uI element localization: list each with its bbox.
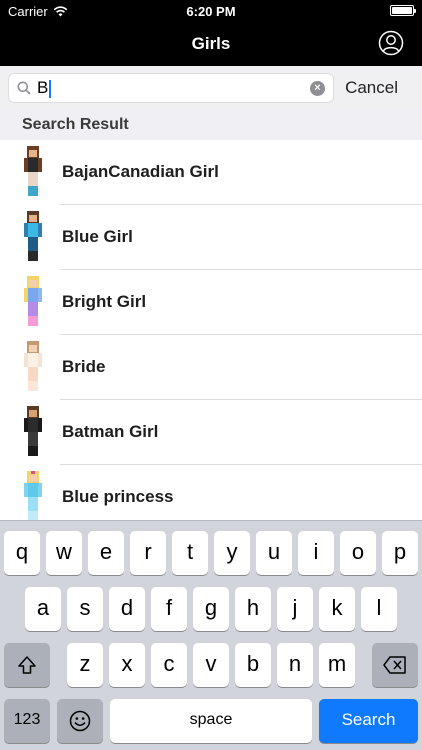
key-t[interactable]: t xyxy=(172,531,208,575)
key-a[interactable]: a xyxy=(25,587,61,631)
skin-thumbnail-icon xyxy=(24,276,42,326)
key-g[interactable]: g xyxy=(193,587,229,631)
key-l[interactable]: l xyxy=(361,587,397,631)
status-bar: Carrier 6:20 PM xyxy=(0,0,422,22)
list-item[interactable]: BajanCanadian Girl xyxy=(0,140,422,205)
skin-thumbnail-icon xyxy=(24,146,42,196)
status-time: 6:20 PM xyxy=(186,4,236,19)
list-item-label: Blue Girl xyxy=(62,227,133,246)
skin-thumbnail-icon xyxy=(24,406,42,456)
key-x[interactable]: x xyxy=(109,643,145,687)
clear-icon[interactable]: × xyxy=(310,81,325,96)
text-caret xyxy=(49,80,51,98)
profile-icon[interactable] xyxy=(378,30,404,56)
list-item-label: Bride xyxy=(62,357,106,376)
section-header: Search Result xyxy=(0,110,422,140)
list-item[interactable]: Batman Girl xyxy=(0,400,422,465)
key-j[interactable]: j xyxy=(277,587,313,631)
backspace-icon xyxy=(383,656,406,674)
list-item-label: Blue princess xyxy=(62,487,174,506)
key-p[interactable]: p xyxy=(382,531,418,575)
skin-thumbnail-icon xyxy=(24,211,42,261)
key-e[interactable]: e xyxy=(88,531,124,575)
list-item[interactable]: Blue princess xyxy=(0,465,422,520)
nav-bar: Girls xyxy=(0,22,422,66)
list-item-label: Bright Girl xyxy=(62,292,147,311)
key-h[interactable]: h xyxy=(235,587,271,631)
page-title: Girls xyxy=(191,34,231,53)
shift-key[interactable] xyxy=(4,643,50,687)
list-item-label: Batman Girl xyxy=(62,422,159,441)
list-item-label: BajanCanadian Girl xyxy=(62,162,219,181)
keyboard-row-1: q w e r t y u i o p xyxy=(0,531,422,575)
keyboard-row-4: 123 space Search xyxy=(0,699,422,743)
search-icon xyxy=(17,81,31,95)
skin-thumbnail-icon xyxy=(24,471,42,520)
search-key[interactable]: Search xyxy=(319,699,418,743)
key-s[interactable]: s xyxy=(67,587,103,631)
key-n[interactable]: n xyxy=(277,643,313,687)
result-list: BajanCanadian Girl Blue Girl Bright Girl xyxy=(0,140,422,520)
key-d[interactable]: d xyxy=(109,587,145,631)
shift-icon xyxy=(18,656,36,674)
key-i[interactable]: i xyxy=(298,531,334,575)
key-o[interactable]: o xyxy=(340,531,376,575)
key-v[interactable]: v xyxy=(193,643,229,687)
space-key[interactable]: space xyxy=(110,699,312,743)
key-q[interactable]: q xyxy=(4,531,40,575)
key-c[interactable]: c xyxy=(151,643,187,687)
search-bar: × Cancel xyxy=(0,66,422,110)
key-b[interactable]: b xyxy=(235,643,271,687)
search-field[interactable]: × xyxy=(8,73,334,103)
battery-icon xyxy=(390,5,416,16)
key-z[interactable]: z xyxy=(67,643,103,687)
list-item[interactable]: Bride xyxy=(0,335,422,400)
keyboard: q w e r t y u i o p a s d f g h j k l z … xyxy=(0,520,422,750)
keyboard-row-2: a s d f g h j k l xyxy=(0,587,422,631)
search-input[interactable] xyxy=(37,77,307,99)
list-item[interactable]: Blue Girl xyxy=(0,205,422,270)
emoji-icon xyxy=(69,710,91,732)
emoji-key[interactable] xyxy=(57,699,103,743)
key-k[interactable]: k xyxy=(319,587,355,631)
backspace-key[interactable] xyxy=(372,643,418,687)
key-f[interactable]: f xyxy=(151,587,187,631)
numbers-key[interactable]: 123 xyxy=(4,699,50,743)
keyboard-row-3: z x c v b n m xyxy=(0,643,422,687)
key-r[interactable]: r xyxy=(130,531,166,575)
key-y[interactable]: y xyxy=(214,531,250,575)
key-m[interactable]: m xyxy=(319,643,355,687)
skin-thumbnail-icon xyxy=(24,341,42,391)
section-title: Search Result xyxy=(22,116,129,133)
key-w[interactable]: w xyxy=(46,531,82,575)
key-u[interactable]: u xyxy=(256,531,292,575)
cancel-button[interactable]: Cancel xyxy=(345,78,398,98)
list-item[interactable]: Bright Girl xyxy=(0,270,422,335)
